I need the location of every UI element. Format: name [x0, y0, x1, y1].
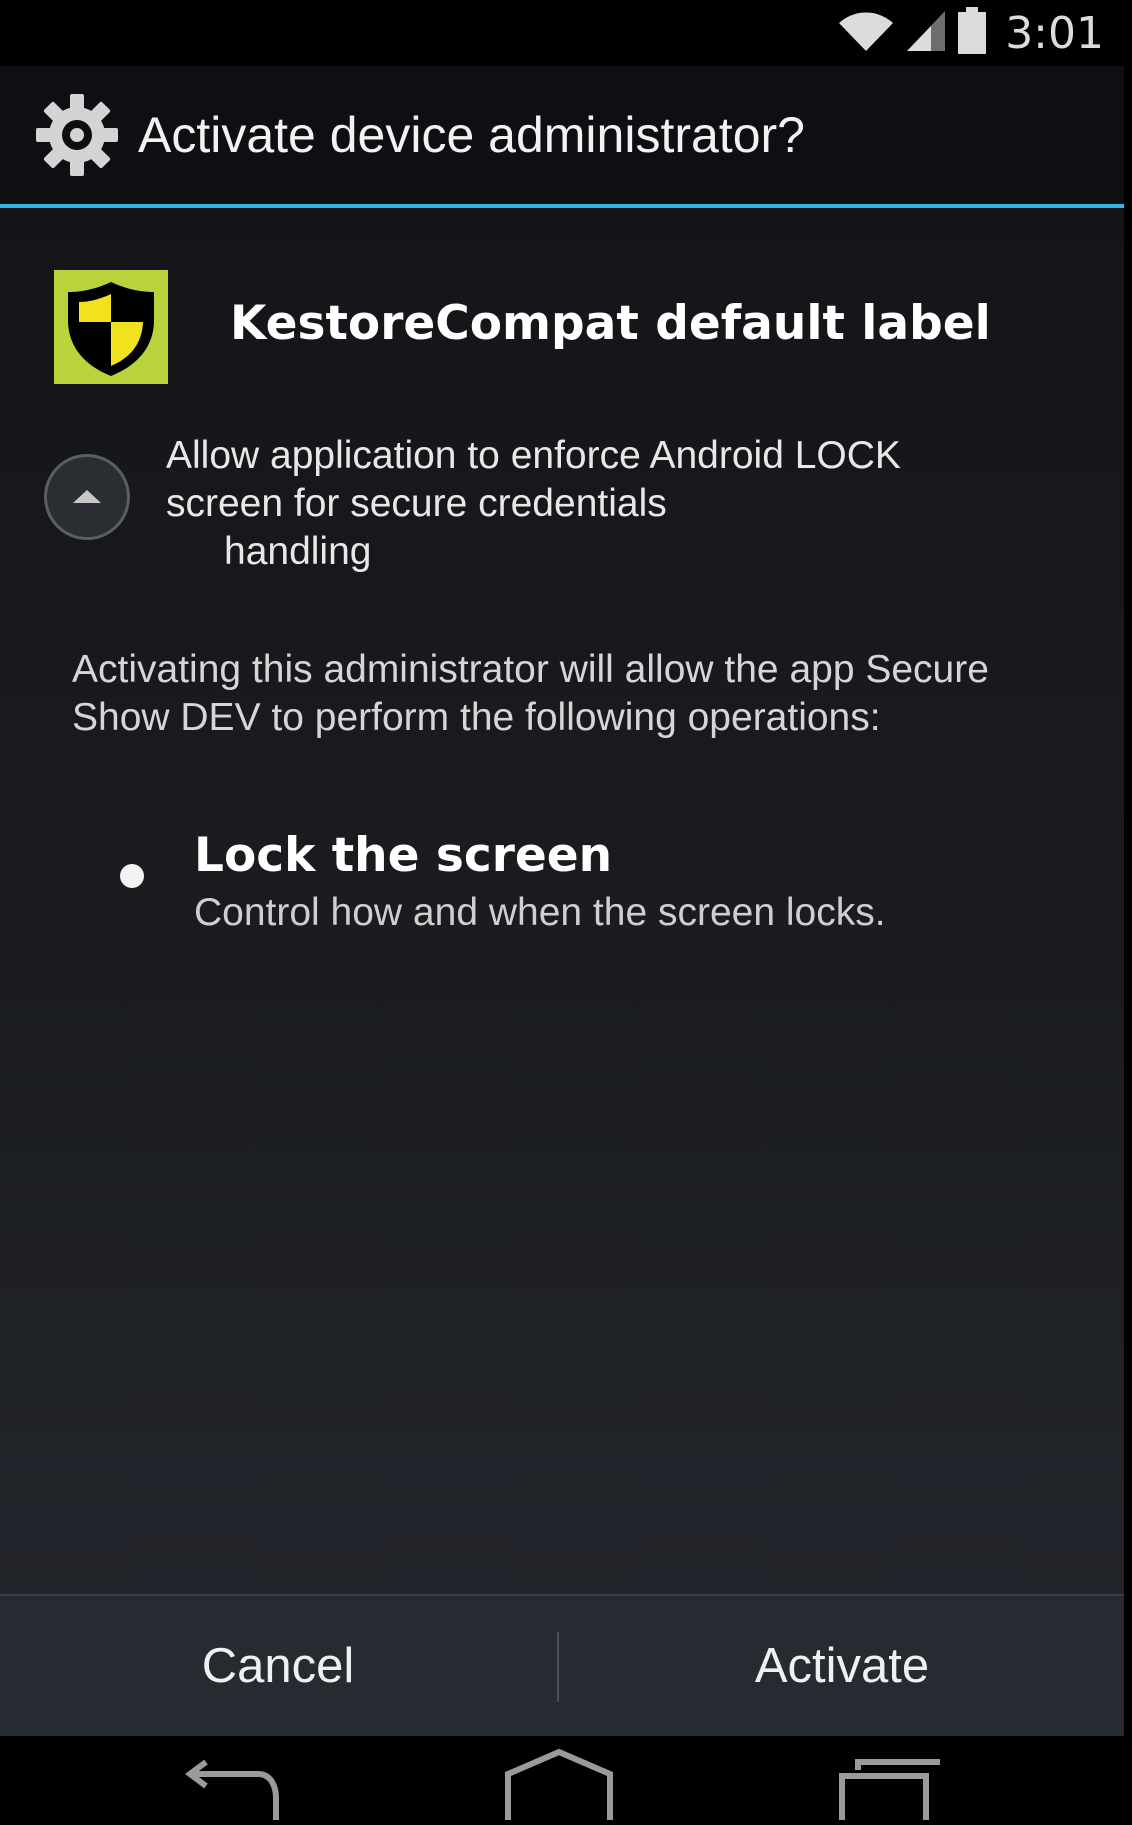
home-icon[interactable] — [504, 1736, 614, 1825]
wifi-icon — [837, 9, 895, 58]
navigation-bar — [0, 1736, 1132, 1825]
app-name: KestoreCompat default label — [230, 296, 991, 351]
battery-icon — [957, 6, 987, 60]
policy-title: Lock the screen — [194, 828, 613, 883]
expand-description-button[interactable] — [44, 454, 130, 540]
shield-icon — [54, 282, 168, 388]
cell-signal-icon — [905, 9, 947, 58]
dialog-title: Activate device administrator? — [138, 107, 805, 163]
activate-button[interactable]: Activate — [560, 1596, 1124, 1736]
policy-description: Control how and when the screen locks. — [194, 891, 886, 934]
gear-icon — [34, 92, 120, 178]
dialog-button-bar: Cancel Activate — [0, 1594, 1124, 1736]
status-icons: 3:01 — [837, 0, 1104, 66]
activating-explanation: Activating this administrator will allow… — [72, 648, 989, 739]
app-icon — [54, 270, 168, 384]
admin-description: Allow application to enforce Android LOC… — [166, 432, 1026, 576]
dialog-content: KestoreCompat default label Allow applic… — [0, 208, 1124, 1594]
recents-icon[interactable] — [838, 1736, 942, 1825]
status-time: 3:01 — [1005, 7, 1104, 59]
admin-description-line2: handling — [224, 530, 372, 573]
policy-bullet — [120, 864, 144, 888]
button-divider — [557, 1632, 559, 1702]
status-bar: 3:01 — [0, 0, 1132, 66]
back-icon[interactable] — [178, 1736, 282, 1825]
dialog-title-bar: Activate device administrator? — [0, 66, 1124, 204]
admin-description-line1: Allow application to enforce Android LOC… — [166, 434, 901, 525]
cancel-button[interactable]: Cancel — [0, 1596, 556, 1736]
